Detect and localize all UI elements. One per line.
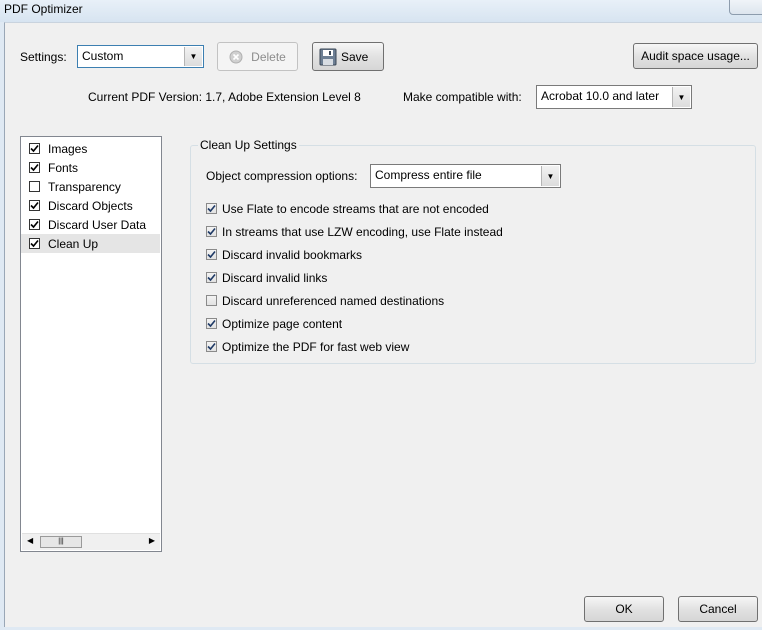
scroll-thumb[interactable]: ||| bbox=[40, 536, 82, 548]
compat-dropdown[interactable]: Acrobat 10.0 and later ▼ bbox=[536, 85, 692, 109]
compression-dropdown[interactable]: Compress entire file ▼ bbox=[370, 164, 561, 188]
audit-label: Audit space usage... bbox=[641, 49, 750, 63]
delete-label: Delete bbox=[251, 49, 286, 64]
checkmark-icon bbox=[30, 220, 39, 229]
option-label: Discard unreferenced named destinations bbox=[222, 294, 445, 308]
option-label: Discard invalid links bbox=[222, 271, 328, 285]
option-checkbox[interactable] bbox=[206, 203, 217, 214]
panel-list-item[interactable]: Discard Objects bbox=[21, 196, 160, 215]
panel-checkbox[interactable] bbox=[29, 181, 40, 192]
group-title: Clean Up Settings bbox=[198, 138, 299, 152]
ok-label: OK bbox=[615, 602, 633, 616]
checkmark-icon bbox=[207, 250, 216, 259]
panel-list: Images Fonts Transparency Discard Objects Di… bbox=[20, 136, 162, 552]
delete-button[interactable]: Delete bbox=[217, 42, 298, 71]
compat-value: Acrobat 10.0 and later bbox=[541, 89, 660, 103]
checkmark-icon bbox=[207, 319, 216, 328]
checkmark-icon bbox=[30, 144, 39, 153]
option-label: In streams that use LZW encoding, use Fl… bbox=[222, 225, 503, 239]
option-label: Use Flate to encode streams that are not… bbox=[222, 202, 489, 216]
settings-dropdown[interactable]: Custom ▼ bbox=[77, 45, 204, 68]
delete-icon bbox=[229, 50, 243, 63]
option-checkbox[interactable] bbox=[206, 272, 217, 283]
panel-label: Discard User Data bbox=[48, 218, 147, 232]
checkmark-icon bbox=[30, 239, 39, 248]
floppy-disk-icon bbox=[319, 48, 337, 65]
close-button[interactable] bbox=[729, 0, 762, 15]
cancel-button[interactable]: Cancel bbox=[678, 596, 758, 622]
checkmark-icon bbox=[207, 273, 216, 282]
option-label: Optimize page content bbox=[222, 317, 343, 331]
title-bar: PDF Optimizer bbox=[0, 0, 762, 22]
panel-label: Clean Up bbox=[48, 237, 99, 251]
audit-space-button[interactable]: Audit space usage... bbox=[633, 43, 758, 69]
panel-list-item[interactable]: Transparency bbox=[21, 177, 160, 196]
window-title: PDF Optimizer bbox=[4, 2, 83, 16]
settings-label: Settings: bbox=[20, 50, 67, 64]
chevron-down-icon: ▼ bbox=[672, 87, 690, 107]
panel-checkbox[interactable] bbox=[29, 219, 40, 230]
chevron-down-icon: ▼ bbox=[541, 166, 559, 186]
scroll-left-icon[interactable]: ◀ bbox=[27, 536, 33, 545]
panel-checkbox[interactable] bbox=[29, 200, 40, 211]
option-checkbox[interactable] bbox=[206, 341, 217, 352]
chevron-down-icon: ▼ bbox=[184, 47, 202, 66]
current-pdf-version: Current PDF Version: 1.7, Adobe Extensio… bbox=[88, 90, 361, 104]
panel-label: Transparency bbox=[48, 180, 121, 194]
checkmark-icon bbox=[30, 163, 39, 172]
panel-checkbox[interactable] bbox=[29, 238, 40, 249]
ok-button[interactable]: OK bbox=[584, 596, 664, 622]
checkmark-icon bbox=[30, 201, 39, 210]
option-label: Optimize the PDF for fast web view bbox=[222, 340, 410, 354]
panel-checkbox[interactable] bbox=[29, 162, 40, 173]
option-checkbox[interactable] bbox=[206, 318, 217, 329]
panel-list-item[interactable]: Images bbox=[21, 139, 160, 158]
save-label: Save bbox=[341, 49, 369, 64]
save-button[interactable]: Save bbox=[312, 42, 384, 71]
checkmark-icon bbox=[207, 342, 216, 351]
panel-label: Discard Objects bbox=[48, 199, 133, 213]
compression-label: Object compression options: bbox=[206, 169, 358, 183]
panel-label: Fonts bbox=[48, 161, 79, 175]
settings-value: Custom bbox=[82, 49, 124, 63]
horizontal-scrollbar[interactable]: ◀ ||| ▶ bbox=[22, 533, 160, 550]
option-label: Discard invalid bookmarks bbox=[222, 248, 363, 262]
panel-list-item[interactable]: Fonts bbox=[21, 158, 160, 177]
panel-list-item[interactable]: Discard User Data bbox=[21, 215, 160, 234]
option-checkbox[interactable] bbox=[206, 295, 217, 306]
compression-value: Compress entire file bbox=[375, 168, 482, 182]
panel-label: Images bbox=[48, 142, 88, 156]
cancel-label: Cancel bbox=[699, 602, 737, 616]
panel-checkbox[interactable] bbox=[29, 143, 40, 154]
compat-label: Make compatible with: bbox=[403, 90, 522, 104]
option-checkbox[interactable] bbox=[206, 226, 217, 237]
checkmark-icon bbox=[207, 227, 216, 236]
panel-list-item[interactable]: Clean Up bbox=[21, 234, 160, 253]
option-checkbox[interactable] bbox=[206, 249, 217, 260]
checkmark-icon bbox=[207, 204, 216, 213]
scroll-right-icon[interactable]: ▶ bbox=[149, 536, 155, 545]
